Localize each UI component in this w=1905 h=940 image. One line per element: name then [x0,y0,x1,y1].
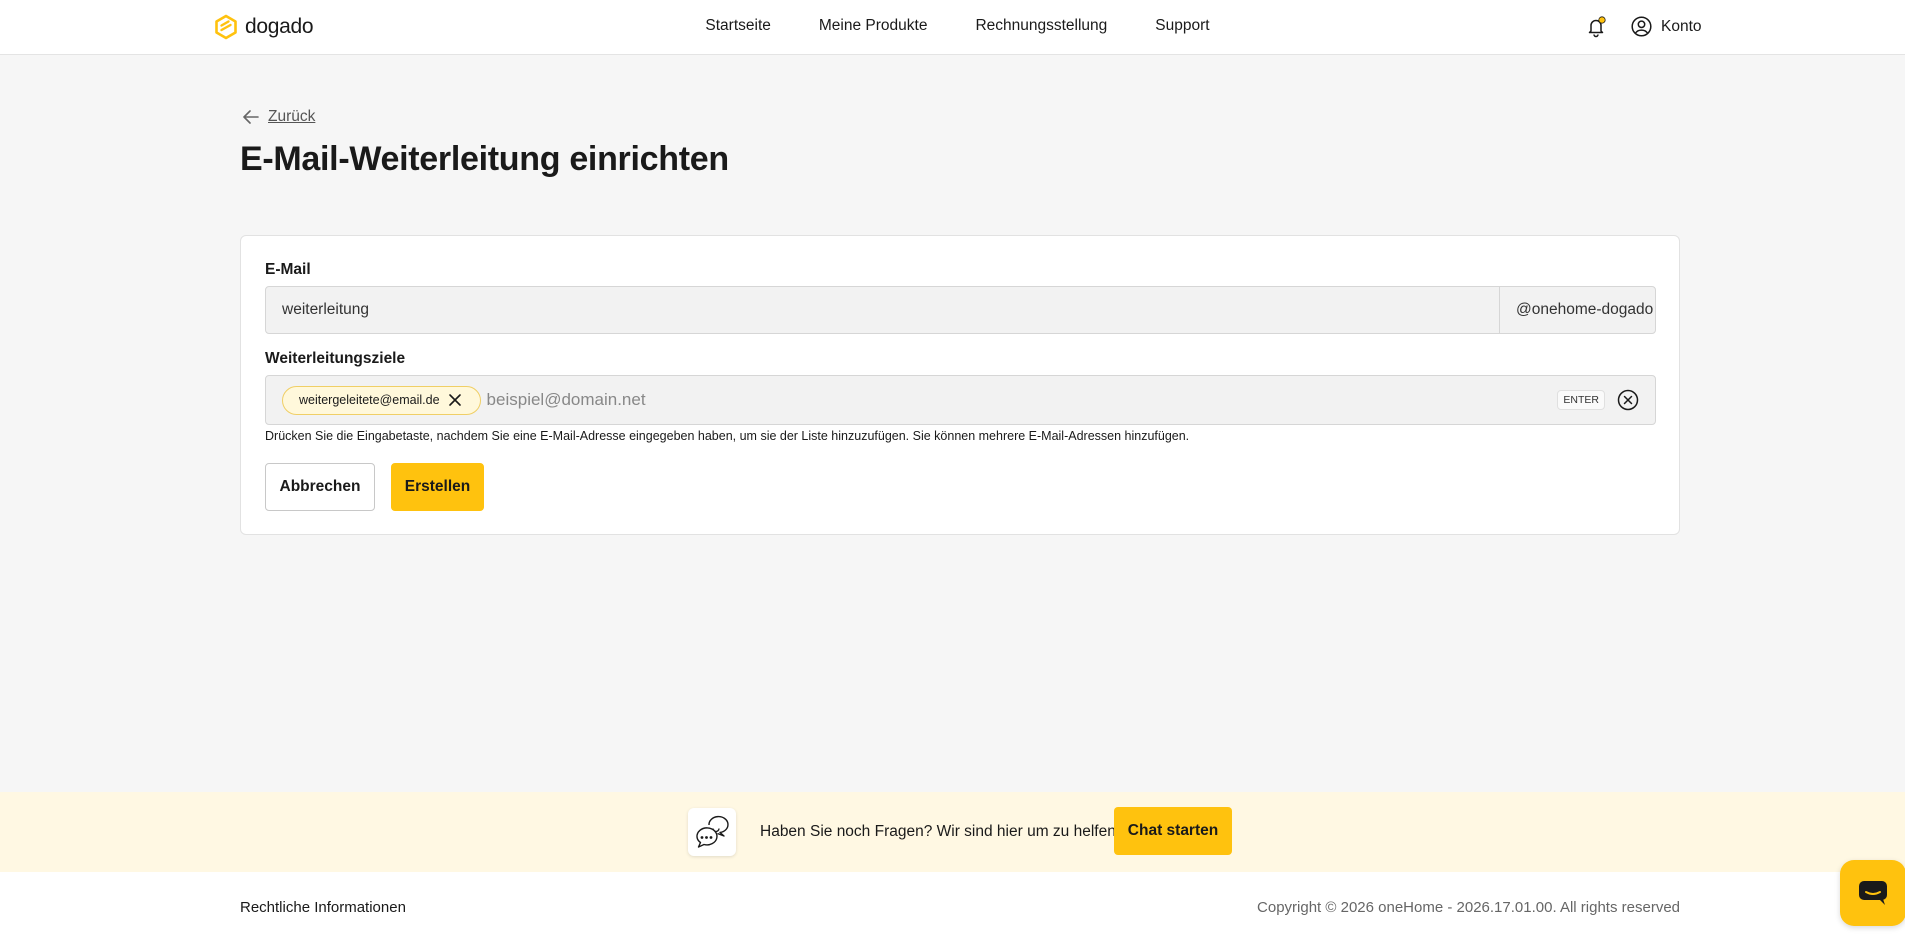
account-label: Konto [1661,17,1702,35]
targets-label: Weiterleitungsziele [265,350,406,367]
clear-circle-icon[interactable] [1617,389,1639,411]
bell-icon[interactable] [1585,16,1607,38]
create-button[interactable]: Erstellen [391,463,484,511]
user-circle-icon [1631,16,1652,37]
close-icon[interactable] [448,393,462,407]
back-label: Zurück [268,108,316,125]
chat-bubbles-icon [696,815,729,848]
enter-key-badge: ENTER [1557,390,1605,410]
copyright-text: Copyright © 2026 oneHome - 2026.17.01.00… [1257,899,1680,916]
arrow-left-icon [243,110,259,124]
target-chip: weitergeleitete@email.de [282,385,481,415]
account-menu[interactable]: Konto [1631,16,1702,37]
start-chat-button[interactable]: Chat starten [1114,807,1232,855]
target-email-input[interactable] [480,390,1558,410]
main-nav: Startseite Meine Produkte Rechnungsstell… [0,17,1905,35]
help-text: Haben Sie noch Fragen? Wir sind hier um … [760,823,1121,840]
nav-item-support[interactable]: Support [1155,17,1209,35]
target-chip-label: weitergeleitete@email.de [299,393,440,407]
help-illustration [688,808,736,856]
targets-field: weitergeleitete@email.de ENTER [265,375,1656,425]
chat-widget-button[interactable] [1840,860,1905,926]
back-link[interactable]: Zurück [242,108,315,126]
chat-fab-icon [1859,881,1887,905]
help-banner: Haben Sie noch Fragen? Wir sind hier um … [0,792,1905,872]
nav-item-startseite[interactable]: Startseite [705,17,770,35]
top-navigation-bar: dogado Startseite Meine Produkte Rechnun… [0,0,1905,55]
email-label: E-Mail [265,261,311,278]
nav-item-rechnungsstellung[interactable]: Rechnungsstellung [975,17,1107,35]
nav-item-meine-produkte[interactable]: Meine Produkte [819,17,928,35]
forwarding-form-card: E-Mail @onehome-dogado Weiterleitungszie… [240,235,1680,535]
email-local-part-input[interactable] [266,287,1499,333]
email-field-group: @onehome-dogado [265,286,1656,334]
cancel-button[interactable]: Abbrechen [265,463,375,511]
targets-hint: Drücken Sie die Eingabetaste, nachdem Si… [265,429,1190,443]
page-title: E-Mail-Weiterleitung einrichten [240,140,729,178]
footer: Rechtliche Informationen Copyright © 202… [0,872,1905,940]
domain-suffix: @onehome-dogado [1499,287,1655,333]
legal-info-link[interactable]: Rechtliche Informationen [240,899,406,916]
